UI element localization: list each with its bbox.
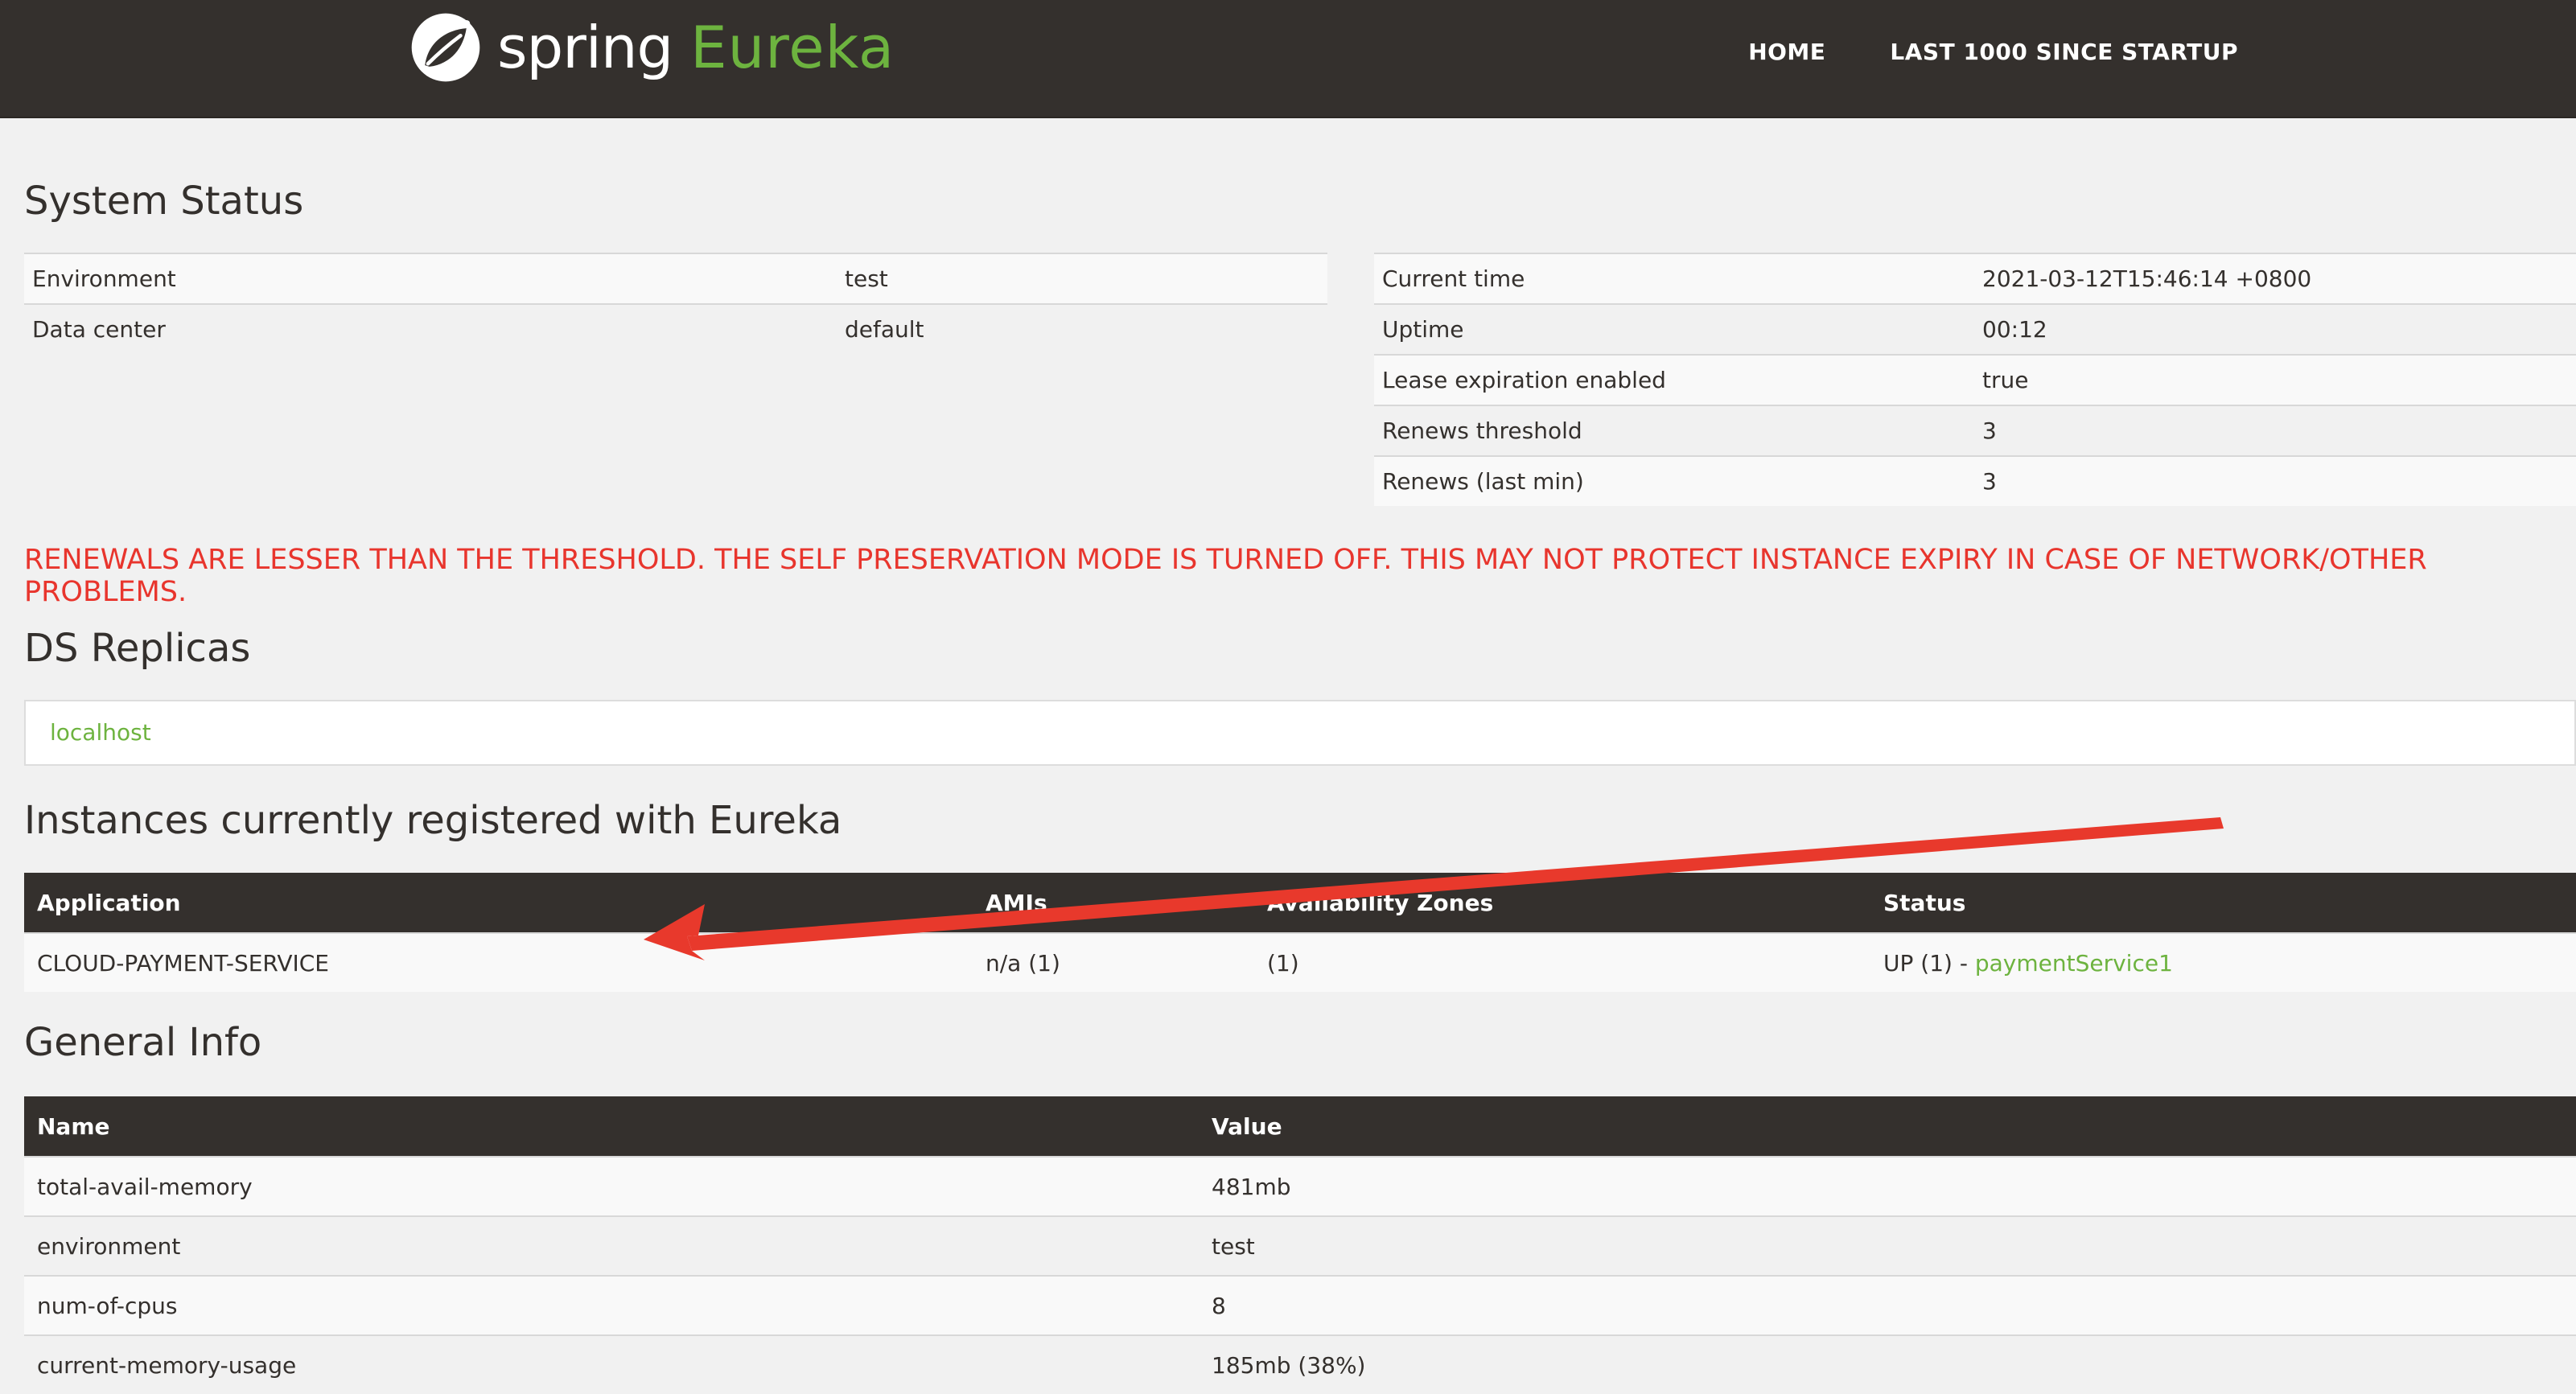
- status-key: Lease expiration enabled: [1374, 354, 1974, 405]
- column-header-value: Value: [1199, 1096, 2576, 1157]
- column-header-application: Application: [24, 873, 973, 933]
- table-header-row: Name Value: [24, 1096, 2576, 1157]
- info-name: num-of-cpus: [24, 1275, 1199, 1335]
- table-row: Lease expiration enabled true: [1374, 354, 2576, 405]
- table-row: total-avail-memory 481mb: [24, 1156, 2576, 1216]
- table-row: environment test: [24, 1215, 2576, 1276]
- column-header-amis: AMIs: [973, 873, 1254, 933]
- status-key: Renews (last min): [1374, 455, 1974, 506]
- instance-zones: (1): [1254, 932, 1870, 992]
- table-row: CLOUD-PAYMENT-SERVICE n/a (1) (1) UP (1)…: [24, 932, 2576, 992]
- system-status-title: System Status: [24, 179, 304, 224]
- brand-spring-text: spring: [497, 14, 673, 81]
- column-header-availability-zones: Availability Zones: [1254, 873, 1870, 933]
- table-row: Renews threshold 3: [1374, 405, 2576, 456]
- nav-home-link[interactable]: HOME: [1748, 39, 1825, 65]
- system-status-right-table: Current time 2021-03-12T15:46:14 +0800 U…: [1374, 253, 2576, 506]
- table-row: Data center default: [24, 303, 1327, 354]
- system-status-left-table: Environment test Data center default: [24, 253, 1327, 354]
- info-name: total-avail-memory: [24, 1156, 1199, 1216]
- ds-replicas-title: DS Replicas: [24, 626, 251, 671]
- navbar: spring Eureka HOME LAST 1000 SINCE START…: [0, 0, 2576, 118]
- status-key: Data center: [24, 303, 837, 354]
- table-row: num-of-cpus 8: [24, 1275, 2576, 1335]
- nav-menu: HOME LAST 1000 SINCE STARTUP: [1748, 39, 2238, 65]
- instances-title: Instances currently registered with Eure…: [24, 798, 842, 843]
- status-value: true: [1974, 354, 2576, 405]
- brand-logo[interactable]: spring Eureka: [409, 11, 895, 84]
- instances-table: Application AMIs Availability Zones Stat…: [24, 873, 2576, 992]
- info-value: test: [1199, 1215, 2576, 1276]
- self-preservation-warning: RENEWALS ARE LESSER THAN THE THRESHOLD. …: [24, 544, 2427, 608]
- instance-status-text: UP (1) -: [1883, 949, 1975, 977]
- status-key: Environment: [24, 253, 837, 304]
- column-header-name: Name: [24, 1096, 1199, 1157]
- info-name: current-memory-usage: [24, 1334, 1199, 1394]
- status-value: 3: [1974, 455, 2576, 506]
- instance-application: CLOUD-PAYMENT-SERVICE: [24, 932, 973, 992]
- replica-localhost-link[interactable]: localhost: [50, 719, 151, 746]
- ds-replicas-panel: localhost: [24, 700, 2576, 766]
- brand-eureka-text: Eureka: [690, 14, 895, 81]
- nav-last1000-link[interactable]: LAST 1000 SINCE STARTUP: [1890, 39, 2238, 65]
- status-value: test: [837, 253, 1327, 304]
- general-info-title: General Info: [24, 1020, 262, 1065]
- general-info-table: Name Value total-avail-memory 481mb envi…: [24, 1096, 2576, 1394]
- spring-leaf-icon: [411, 13, 480, 82]
- table-row: Uptime 00:12: [1374, 303, 2576, 355]
- status-value: 00:12: [1974, 303, 2576, 355]
- info-value: 185mb (38%): [1199, 1334, 2576, 1394]
- status-value: default: [837, 303, 1327, 354]
- table-row: current-memory-usage 185mb (38%): [24, 1334, 2576, 1394]
- status-key: Uptime: [1374, 303, 1974, 355]
- status-key: Renews threshold: [1374, 405, 1974, 456]
- table-row: Environment test: [24, 253, 1327, 304]
- table-row: Current time 2021-03-12T15:46:14 +0800: [1374, 253, 2576, 304]
- table-row: Renews (last min) 3: [1374, 455, 2576, 506]
- info-name: environment: [24, 1215, 1199, 1276]
- info-value: 481mb: [1199, 1156, 2576, 1216]
- column-header-status: Status: [1870, 873, 2576, 933]
- status-value: 2021-03-12T15:46:14 +0800: [1974, 253, 2576, 304]
- instance-status: UP (1) - paymentService1: [1870, 932, 2576, 992]
- table-header-row: Application AMIs Availability Zones Stat…: [24, 873, 2576, 933]
- info-value: 8: [1199, 1275, 2576, 1335]
- status-value: 3: [1974, 405, 2576, 456]
- instance-amis: n/a (1): [973, 932, 1254, 992]
- instance-link-paymentservice1[interactable]: paymentService1: [1975, 950, 2173, 977]
- status-key: Current time: [1374, 253, 1974, 304]
